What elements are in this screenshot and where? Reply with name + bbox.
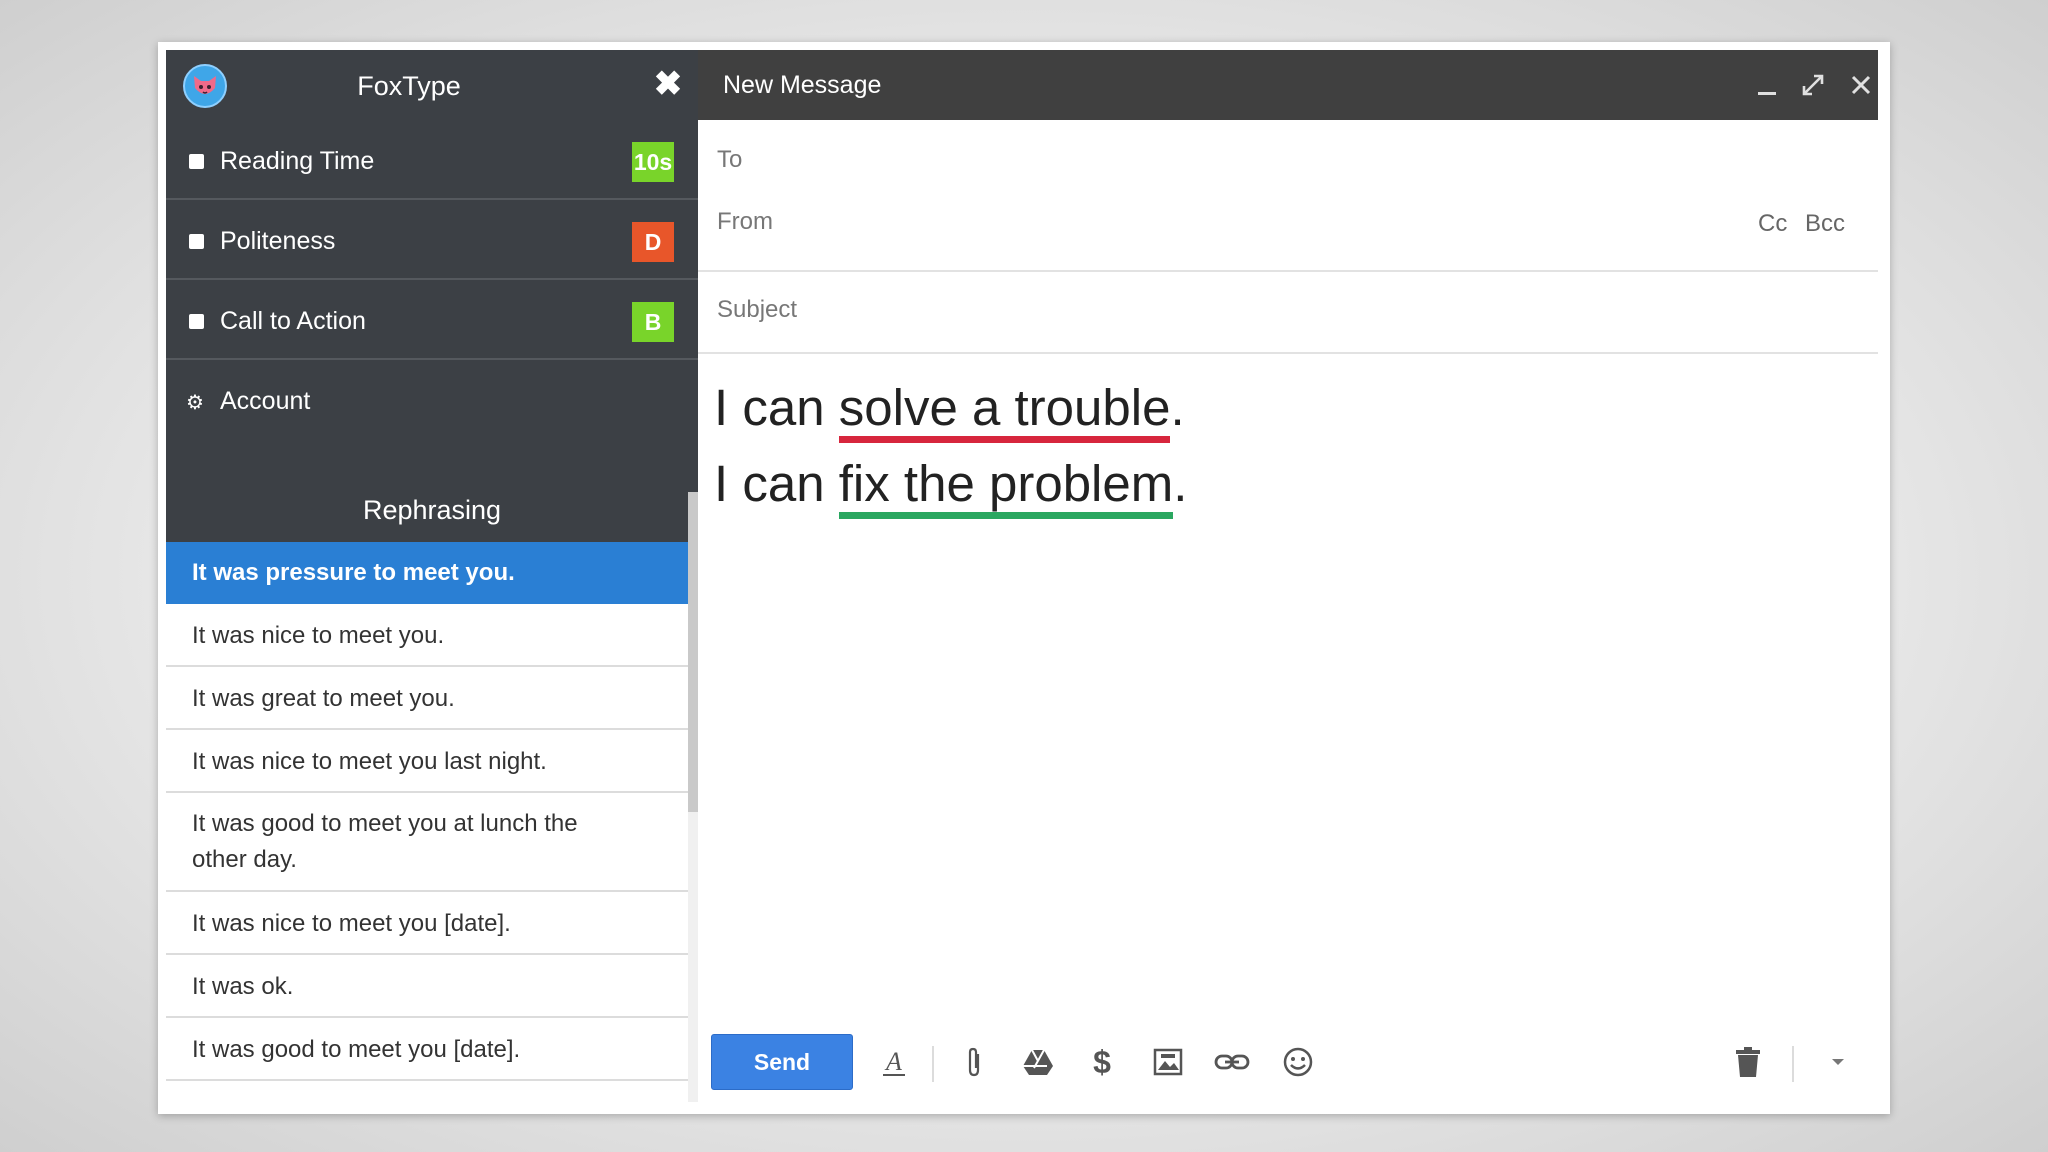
scrollbar-track xyxy=(688,812,698,1102)
flagged-phrase[interactable]: solve a trouble xyxy=(838,379,1171,443)
divider xyxy=(698,352,1878,354)
metric-badge: 10s xyxy=(632,142,674,182)
rephrasing-item[interactable]: It was nice to meet you. xyxy=(166,604,688,667)
drive-icon[interactable] xyxy=(1020,1044,1056,1080)
metric-call-to-action[interactable]: Call to Action B xyxy=(166,282,698,360)
compose-header: New Message xyxy=(698,50,1878,120)
toolbar-separator xyxy=(932,1046,934,1082)
rephrasing-item[interactable]: It was ok. xyxy=(166,955,688,1018)
rephrasing-item[interactable]: It was pressure to meet you. xyxy=(166,542,688,604)
rephrasing-item[interactable]: It was good to meet you [date]. xyxy=(166,1018,688,1081)
sidebar-item-account[interactable]: ⚙ Account xyxy=(166,362,698,440)
chevron-down-icon[interactable] xyxy=(1820,1044,1856,1080)
toolbar-separator xyxy=(1792,1046,1794,1082)
emoji-icon[interactable] xyxy=(1280,1044,1316,1080)
attach-icon[interactable] xyxy=(956,1044,992,1080)
money-icon[interactable]: $ xyxy=(1084,1044,1120,1080)
message-body-line-2[interactable]: I can fix the problem. xyxy=(714,454,1188,519)
compose-window: New Message To From Cc Bcc Subject I can… xyxy=(698,50,1878,1102)
send-button[interactable]: Send xyxy=(711,1034,853,1090)
close-icon[interactable]: ✖ xyxy=(650,64,686,104)
expand-icon[interactable] xyxy=(1796,68,1830,102)
rephrasing-item[interactable]: It was good to meet you at lunch the oth… xyxy=(166,793,688,892)
rephrasing-list: It was pressure to meet you. It was nice… xyxy=(166,542,688,1102)
suggested-phrase[interactable]: fix the problem xyxy=(838,455,1174,519)
metric-politeness[interactable]: Politeness D xyxy=(166,202,698,280)
checkbox-icon[interactable] xyxy=(189,234,204,249)
rephrasing-item[interactable]: It was nice to meet you last night. xyxy=(166,730,688,793)
message-body-line-1[interactable]: I can solve a trouble. xyxy=(714,378,1185,443)
sidebar-header: FoxType ✖ xyxy=(166,50,698,122)
bcc-link[interactable]: Bcc xyxy=(1805,210,1845,238)
svg-text:A: A xyxy=(884,1047,902,1076)
metric-label: Reading Time xyxy=(220,147,375,175)
link-icon[interactable] xyxy=(1214,1044,1250,1080)
formatting-icon[interactable]: A xyxy=(876,1044,912,1080)
gear-icon: ⚙ xyxy=(186,392,204,414)
rephrasing-item[interactable]: It was great to meet you. xyxy=(166,667,688,730)
foxtype-sidebar: FoxType ✖ Reading Time 10s Politeness D … xyxy=(166,50,698,1102)
subject-field[interactable]: Subject xyxy=(717,296,797,324)
photo-icon[interactable] xyxy=(1150,1044,1186,1080)
from-field-label[interactable]: From xyxy=(717,208,773,236)
sidebar-title: FoxType xyxy=(357,71,461,101)
compose-toolbar: Send A $ xyxy=(698,1016,1878,1102)
rephrasing-item[interactable]: It was nice to meet you [date]. xyxy=(166,892,688,955)
body-text: I can xyxy=(714,455,839,512)
minimize-icon[interactable] xyxy=(1750,68,1784,102)
body-text: . xyxy=(1170,379,1185,436)
body-text: . xyxy=(1173,455,1188,512)
trash-icon[interactable] xyxy=(1730,1044,1766,1080)
checkbox-icon[interactable] xyxy=(189,154,204,169)
checkbox-icon[interactable] xyxy=(189,314,204,329)
close-icon[interactable] xyxy=(1844,68,1878,102)
to-field-label[interactable]: To xyxy=(717,146,742,174)
rephrasing-scrollbar[interactable] xyxy=(688,492,698,812)
metric-badge: D xyxy=(632,222,674,262)
metric-label: Politeness xyxy=(220,227,336,255)
rephrasing-title: Rephrasing xyxy=(166,476,698,544)
rephrasing-item[interactable]: It was great to finally meet you. xyxy=(166,1081,688,1102)
divider xyxy=(698,270,1878,272)
cc-link[interactable]: Cc xyxy=(1758,210,1787,238)
compose-title: New Message xyxy=(723,71,882,99)
metric-label: Call to Action xyxy=(220,307,366,335)
account-label: Account xyxy=(220,387,311,415)
metric-reading-time[interactable]: Reading Time 10s xyxy=(166,122,698,200)
body-text: I can xyxy=(714,379,839,436)
metric-badge: B xyxy=(632,302,674,342)
